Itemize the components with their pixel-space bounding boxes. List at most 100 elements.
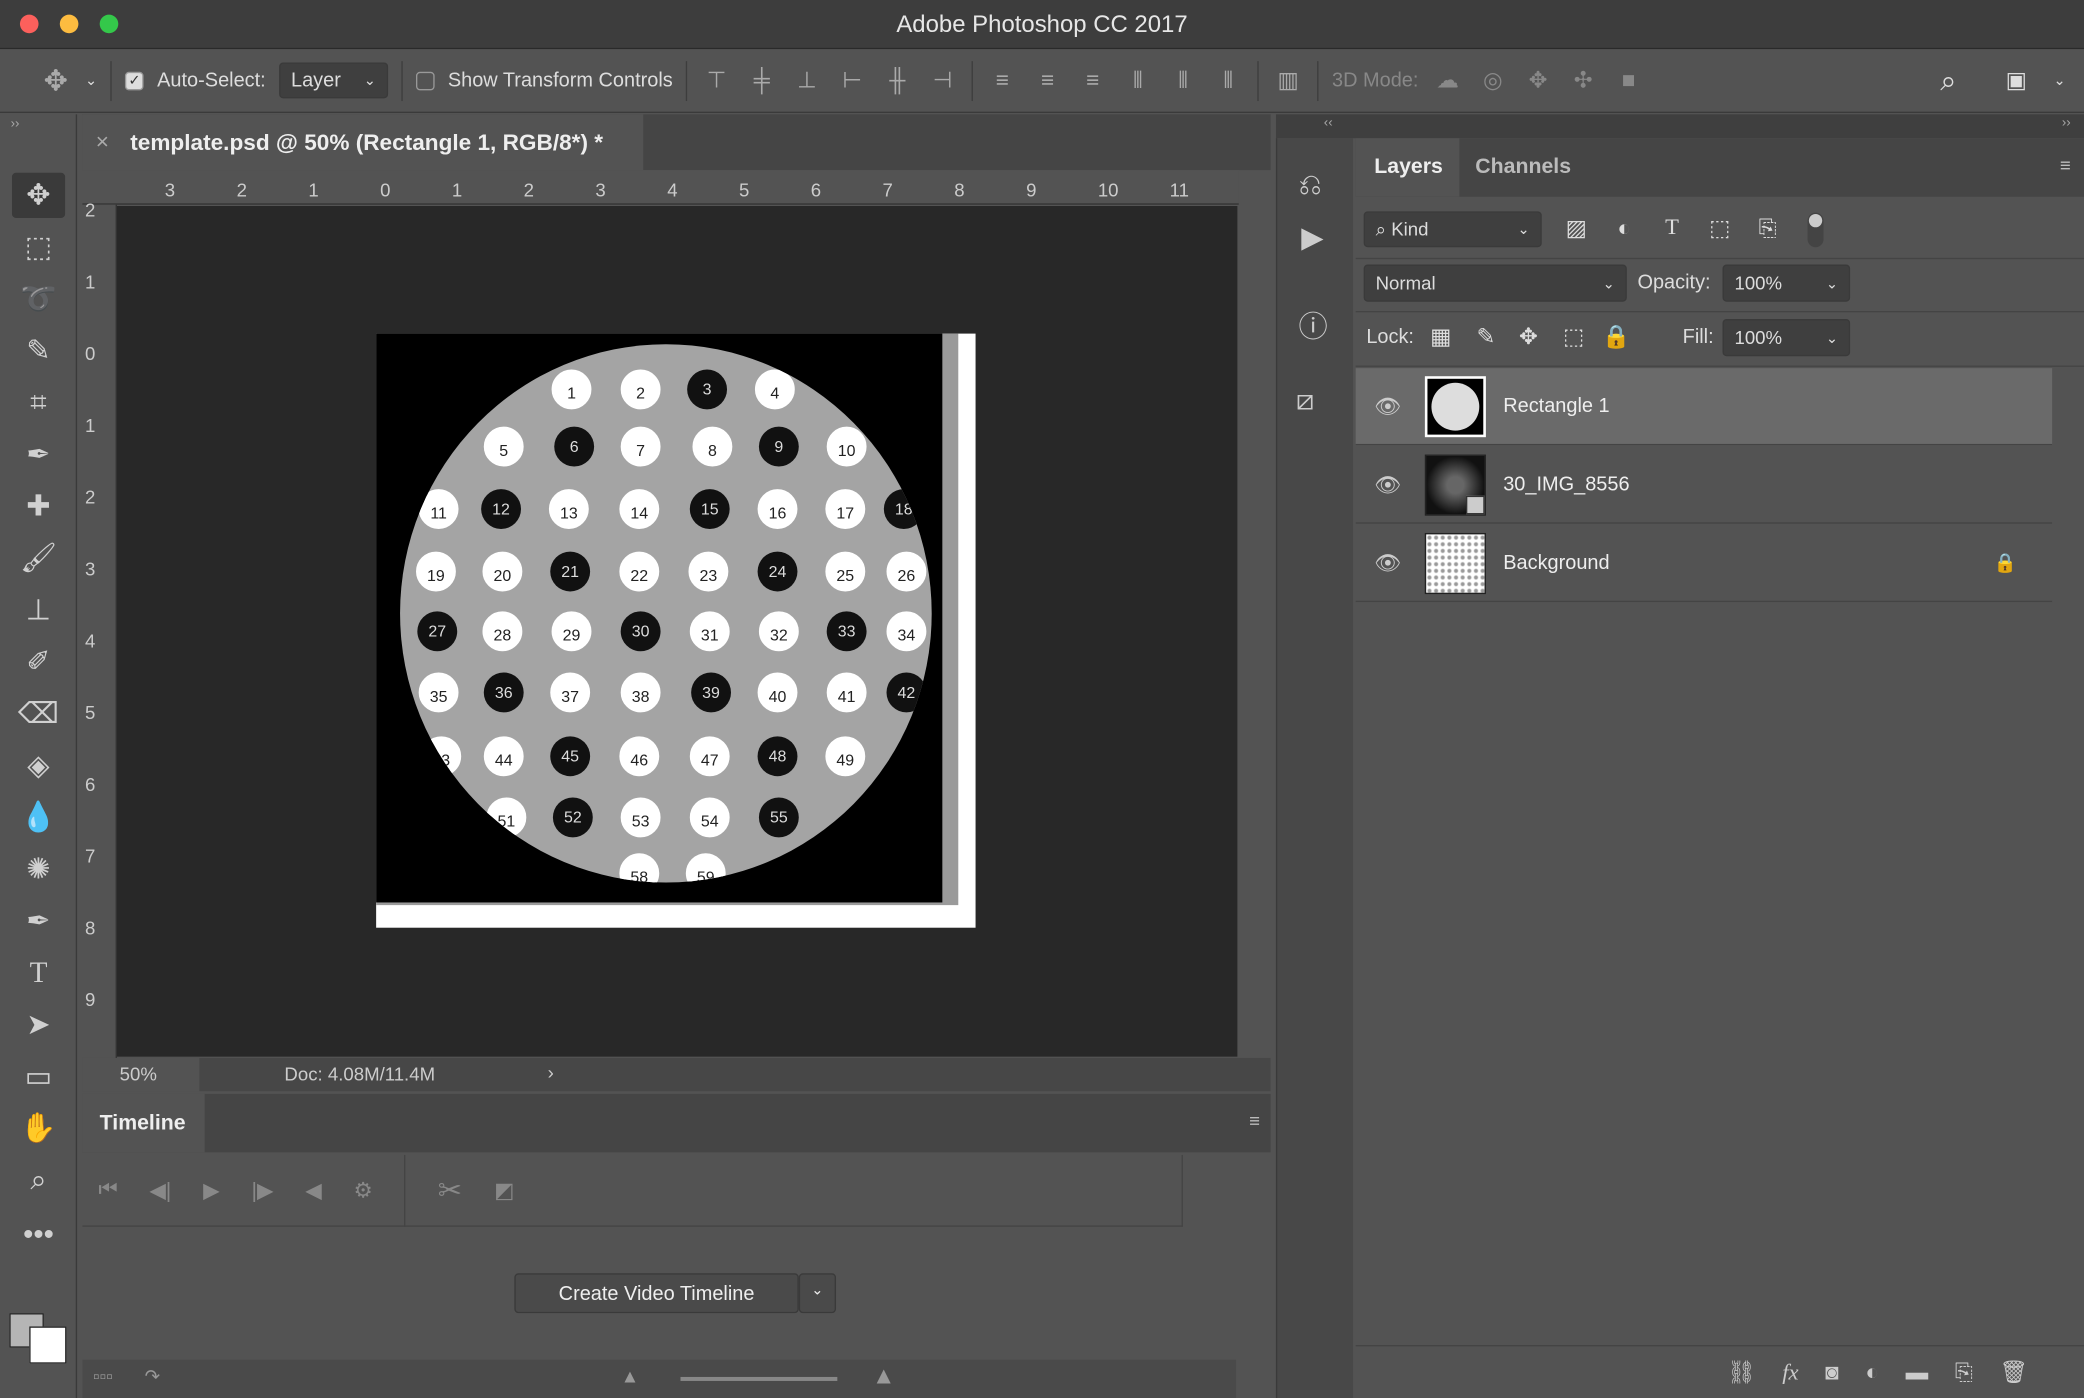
filter-adjustment-icon[interactable]: ◐ (1608, 215, 1640, 242)
actions-play-icon[interactable]: ▶ (1301, 221, 1323, 256)
link-layers-icon[interactable]: ⛓ (1727, 1359, 1756, 1386)
align-left-icon[interactable]: ⊢ (836, 67, 868, 94)
previous-frame-icon[interactable]: ◀| (149, 1177, 171, 1204)
zoom-tool-icon[interactable]: ⌕ (12, 1158, 65, 1203)
tab-channels[interactable]: Channels (1475, 138, 1571, 196)
hand-tool-icon[interactable]: ✋ (12, 1106, 65, 1151)
lock-artboard-icon[interactable]: ⬚ (1558, 324, 1590, 351)
properties-icon[interactable]: ⧄ (1296, 383, 1315, 418)
move-tool-icon[interactable]: ✥ (11, 172, 66, 218)
move-tool-preset-icon[interactable]: ✥ (40, 63, 72, 98)
zoom-level-field[interactable]: 50% (82, 1057, 200, 1092)
eyedropper-tool-icon[interactable]: ✒ (12, 432, 65, 477)
path-select-tool-icon[interactable]: ➤ (12, 1002, 65, 1047)
sponge-tool-icon[interactable]: ✺ (12, 847, 65, 892)
visibility-eye-icon[interactable]: 👁 (1374, 550, 1401, 577)
delete-layer-trash-icon[interactable]: 🗑 (2000, 1359, 2029, 1386)
type-tool-icon[interactable]: T (12, 950, 65, 995)
transition-icon[interactable]: ◩ (494, 1177, 514, 1204)
create-video-timeline-button[interactable]: Create Video Timeline (514, 1273, 799, 1314)
more-tools-icon[interactable]: ••• (12, 1212, 65, 1257)
distribute-vcenter-icon[interactable]: ≡ (1032, 67, 1064, 94)
align-bottom-icon[interactable]: ⊥ (791, 67, 823, 94)
chevron-down-icon[interactable]: ⌄ (2053, 72, 2065, 89)
collapse-panels-icon[interactable]: ‹‹ (1324, 116, 1333, 131)
quick-select-tool-icon[interactable]: ✎ (12, 328, 65, 373)
lock-all-icon[interactable]: 🔒 (1600, 324, 1632, 351)
layer-row[interactable]: 👁 Background 🔒 (1355, 525, 2053, 603)
new-layer-icon[interactable]: ⎘ (1955, 1359, 1973, 1386)
next-frame-icon[interactable]: |▶ (251, 1177, 273, 1204)
layer-row[interactable]: 👁 30_IMG_8556 (1355, 447, 2053, 524)
filter-kind-dropdown[interactable]: ⌕ Kind ⌄ (1363, 211, 1542, 248)
play-icon[interactable]: ▶ (203, 1177, 219, 1204)
align-vcenter-icon[interactable]: ╪ (746, 67, 778, 94)
distribute-top-icon[interactable]: ≡ (986, 67, 1018, 94)
blend-mode-dropdown[interactable]: Normal ⌄ (1363, 264, 1627, 302)
fill-field[interactable]: 100% ⌄ (1722, 318, 1851, 357)
3d-scale-icon[interactable]: ■ (1612, 67, 1644, 94)
align-top-icon[interactable]: ⊤ (701, 67, 733, 94)
paint-bucket-tool-icon[interactable]: ◈ (12, 743, 65, 788)
history-icon[interactable]: ⎌ (1299, 167, 1322, 202)
lasso-tool-icon[interactable]: ➰ (12, 276, 65, 321)
status-menu-arrow[interactable]: › (548, 1062, 554, 1083)
filter-type-icon[interactable]: T (1656, 214, 1688, 241)
timeline-type-dropdown[interactable]: ⌄ (798, 1273, 837, 1314)
split-scissors-icon[interactable]: ✂ (438, 1173, 463, 1208)
3d-roll-icon[interactable]: ◎ (1477, 67, 1509, 94)
filter-smart-object-icon[interactable]: ⎘ (1752, 215, 1784, 242)
workspace-icon[interactable]: ▣ (2000, 67, 2032, 94)
distribute-bottom-icon[interactable]: ≡ (1077, 67, 1109, 94)
zoom-out-timeline-icon[interactable]: ▲ (621, 1365, 639, 1386)
visibility-eye-icon[interactable]: 👁 (1374, 471, 1401, 498)
chevron-down-icon[interactable]: ⌄ (85, 72, 97, 89)
align-hcenter-icon[interactable]: ╫ (881, 67, 913, 94)
marquee-tool-icon[interactable]: ⬚ (12, 225, 65, 270)
first-frame-icon[interactable]: ⏮ (98, 1178, 117, 1202)
audio-icon[interactable]: ◀ (305, 1177, 321, 1204)
distribute-left-icon[interactable]: ⫴ (1122, 67, 1154, 94)
blur-tool-icon[interactable]: 💧 (12, 795, 65, 840)
panel-menu-icon[interactable]: ≡ (1249, 1110, 1260, 1131)
timeline-zoom-slider[interactable] (680, 1376, 838, 1381)
3d-orbit-icon[interactable]: ☁ (1432, 67, 1464, 94)
document-tab[interactable]: × template.psd @ 50% (Rectangle 1, RGB/8… (82, 114, 644, 171)
new-group-folder-icon[interactable]: ▬ (1906, 1359, 1929, 1386)
filter-toggle[interactable] (1807, 212, 1824, 248)
timeline-tab[interactable]: Timeline (82, 1093, 205, 1153)
auto-select-dropdown[interactable]: Layer ⌄ (279, 62, 389, 99)
rectangle-tool-icon[interactable]: ▭ (12, 1054, 65, 1099)
expand-panels-icon[interactable]: ›› (2062, 116, 2071, 131)
filter-pixel-icon[interactable]: ▨ (1560, 215, 1592, 242)
align-right-icon[interactable]: ⊣ (927, 67, 959, 94)
info-icon[interactable]: ⓘ (1299, 303, 1328, 346)
tab-layers[interactable]: Layers (1355, 138, 1460, 197)
distribute-right-icon[interactable]: ⫴ (1212, 67, 1244, 94)
search-icon[interactable]: ⌕ (1933, 63, 1965, 98)
pen-tool-icon[interactable]: ✒ (12, 898, 65, 943)
zoom-in-timeline-icon[interactable]: ▲ (872, 1362, 896, 1390)
close-tab-icon[interactable]: × (96, 129, 109, 156)
3d-slide-icon[interactable]: ✣ (1567, 67, 1599, 94)
eraser-tool-icon[interactable]: ⌫ (12, 691, 65, 736)
background-color-swatch[interactable] (29, 1326, 67, 1364)
opacity-field[interactable]: 100% ⌄ (1722, 264, 1851, 302)
distribute-hcenter-icon[interactable]: ⫴ (1167, 67, 1199, 94)
add-mask-icon[interactable]: ◙ (1825, 1359, 1839, 1386)
show-transform-checkbox[interactable] (415, 71, 435, 90)
auto-align-icon[interactable]: ▥ (1272, 67, 1304, 94)
layer-style-fx-icon[interactable]: fx (1782, 1359, 1798, 1386)
stamp-tool-icon[interactable]: ⊥ (12, 587, 65, 632)
lock-paint-brush-icon[interactable]: ✎ (1470, 324, 1502, 351)
auto-select-checkbox[interactable]: ✓ (125, 71, 144, 90)
convert-frames-icon[interactable]: ↷ (145, 1365, 161, 1386)
settings-gear-icon[interactable]: ⚙ (353, 1177, 372, 1204)
panel-menu-icon[interactable]: ≡ (2060, 154, 2071, 175)
filter-shape-icon[interactable]: ⬚ (1704, 215, 1736, 242)
crop-tool-icon[interactable]: ⌗ (12, 380, 65, 425)
filmstrip-icon[interactable]: ▫▫▫ (93, 1365, 113, 1386)
layer-row[interactable]: 👁 Rectangle 1 (1355, 368, 2053, 446)
brush-tool-icon[interactable]: 🖌 (12, 536, 65, 581)
adjustment-layer-icon[interactable]: ◐ (1865, 1359, 1879, 1386)
